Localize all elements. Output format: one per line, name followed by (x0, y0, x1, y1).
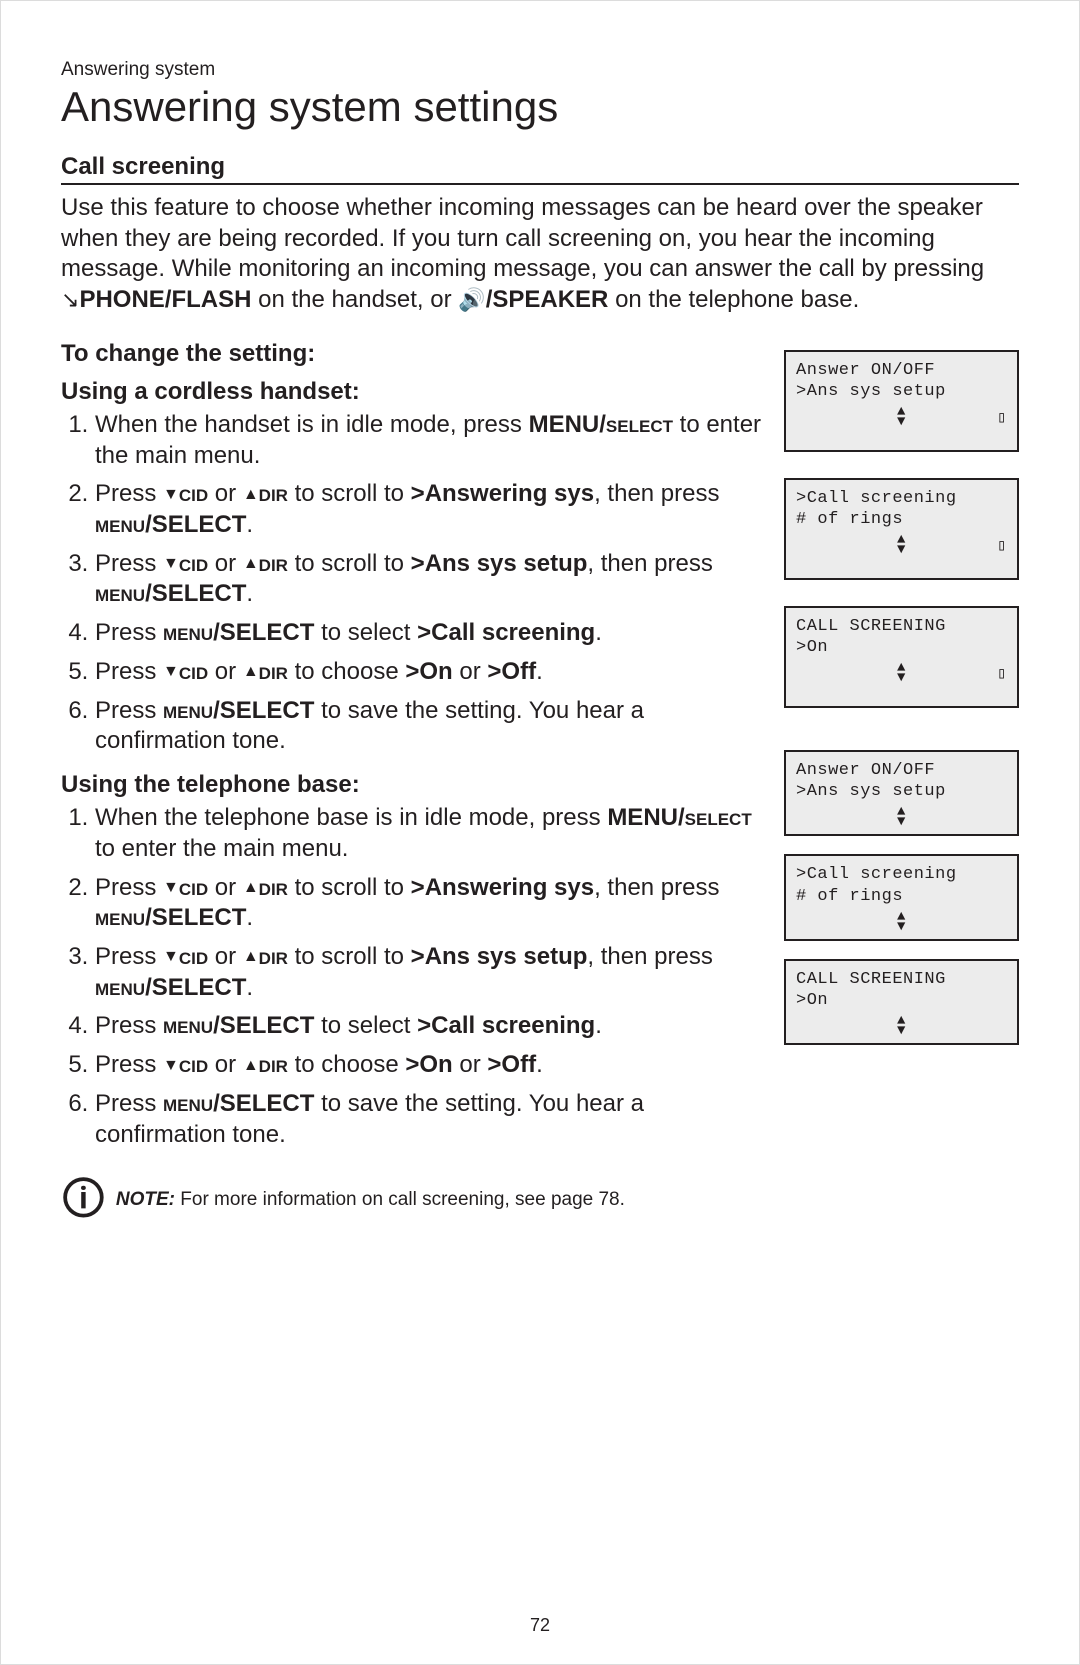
speaker-label: /SPEAKER (486, 286, 609, 313)
up-down-icon: ▲▼ (897, 913, 906, 933)
intro-paragraph: Use this feature to choose whether incom… (61, 193, 1019, 316)
lcd-base-1: Answer ON/OFF >Ans sys setup ▲▼ (784, 750, 1019, 837)
battery-icon: ▯ (997, 664, 1007, 684)
up-down-icon: ▲▼ (897, 408, 906, 428)
lcd-cordless-1: Answer ON/OFF >Ans sys setup ▲▼ ▯ (784, 350, 1019, 452)
lcd-cordless-2: >Call screening # of rings ▲▼ ▯ (784, 478, 1019, 580)
base-steps: When the telephone base is in idle mode,… (61, 803, 766, 1150)
section-label: Answering system (61, 59, 1019, 81)
lcd-base-2: >Call screening # of rings ▲▼ (784, 854, 1019, 941)
up-down-icon: ▲▼ (897, 1017, 906, 1037)
speaker-icon: 🔊 (458, 287, 485, 312)
cordless-heading: Using a cordless handset: (61, 378, 766, 406)
lcd-line: Answer ON/OFF (796, 760, 1007, 781)
lcd-line: CALL SCREENING (796, 616, 1007, 637)
intro-text-3: on the telephone base. (615, 286, 859, 313)
up-down-icon: ▲▼ (897, 664, 906, 684)
base-step-3: Press cid or dir to scroll to >Ans sys s… (95, 942, 766, 1003)
intro-text-1: Use this feature to choose whether incom… (61, 194, 984, 282)
lcd-line: CALL SCREENING (796, 969, 1007, 990)
base-step-5: Press cid or dir to choose >On or >Off. (95, 1050, 766, 1081)
cordless-step-5: Press cid or dir to choose >On or >Off. (95, 657, 766, 688)
cordless-step-1: When the handset is in idle mode, press … (95, 410, 766, 471)
info-icon: 🛈 (61, 1178, 106, 1222)
phone-icon: ↘ (61, 287, 79, 312)
lcd-line: >Call screening (796, 864, 1007, 885)
lcd-line: >On (796, 637, 1007, 658)
base-step-6: Press menu/SELECT to save the setting. Y… (95, 1089, 766, 1150)
phone-flash-label: PHONE/FLASH (79, 286, 251, 313)
page-title: Answering system settings (61, 83, 1019, 131)
battery-icon: ▯ (997, 536, 1007, 556)
base-step-1: When the telephone base is in idle mode,… (95, 803, 766, 864)
battery-icon: ▯ (997, 408, 1007, 428)
cordless-steps: When the handset is in idle mode, press … (61, 410, 766, 757)
lcd-line: # of rings (796, 509, 1007, 530)
lcd-line: >On (796, 990, 1007, 1011)
cordless-step-6: Press menu/SELECT to save the setting. Y… (95, 696, 766, 757)
lcd-line: >Ans sys setup (796, 781, 1007, 802)
lcd-line: >Call screening (796, 488, 1007, 509)
lcd-line: >Ans sys setup (796, 381, 1007, 402)
note-body: For more information on call screening, … (175, 1189, 625, 1210)
lcd-line: Answer ON/OFF (796, 360, 1007, 381)
lcd-cordless-3: CALL SCREENING >On ▲▼ ▯ (784, 606, 1019, 708)
lcd-line: # of rings (796, 886, 1007, 907)
page-number: 72 (1, 1615, 1079, 1636)
base-step-2: Press cid or dir to scroll to >Answering… (95, 873, 766, 934)
lcd-base-3: CALL SCREENING >On ▲▼ (784, 959, 1019, 1046)
base-heading: Using the telephone base: (61, 771, 766, 799)
cordless-step-3: Press cid or dir to scroll to >Ans sys s… (95, 549, 766, 610)
note-text: NOTE: For more information on call scree… (116, 1189, 625, 1211)
note-row: 🛈 NOTE: For more information on call scr… (61, 1178, 766, 1222)
up-down-icon: ▲▼ (897, 536, 906, 556)
intro-text-2: on the handset, or (258, 286, 458, 313)
call-screening-heading: Call screening (61, 153, 1019, 185)
up-down-icon: ▲▼ (897, 808, 906, 828)
note-label: NOTE: (116, 1189, 175, 1210)
base-step-4: Press menu/SELECT to select >Call screen… (95, 1011, 766, 1042)
cordless-step-4: Press menu/SELECT to select >Call screen… (95, 618, 766, 649)
to-change-label: To change the setting: (61, 340, 766, 368)
cordless-step-2: Press cid or dir to scroll to >Answering… (95, 479, 766, 540)
